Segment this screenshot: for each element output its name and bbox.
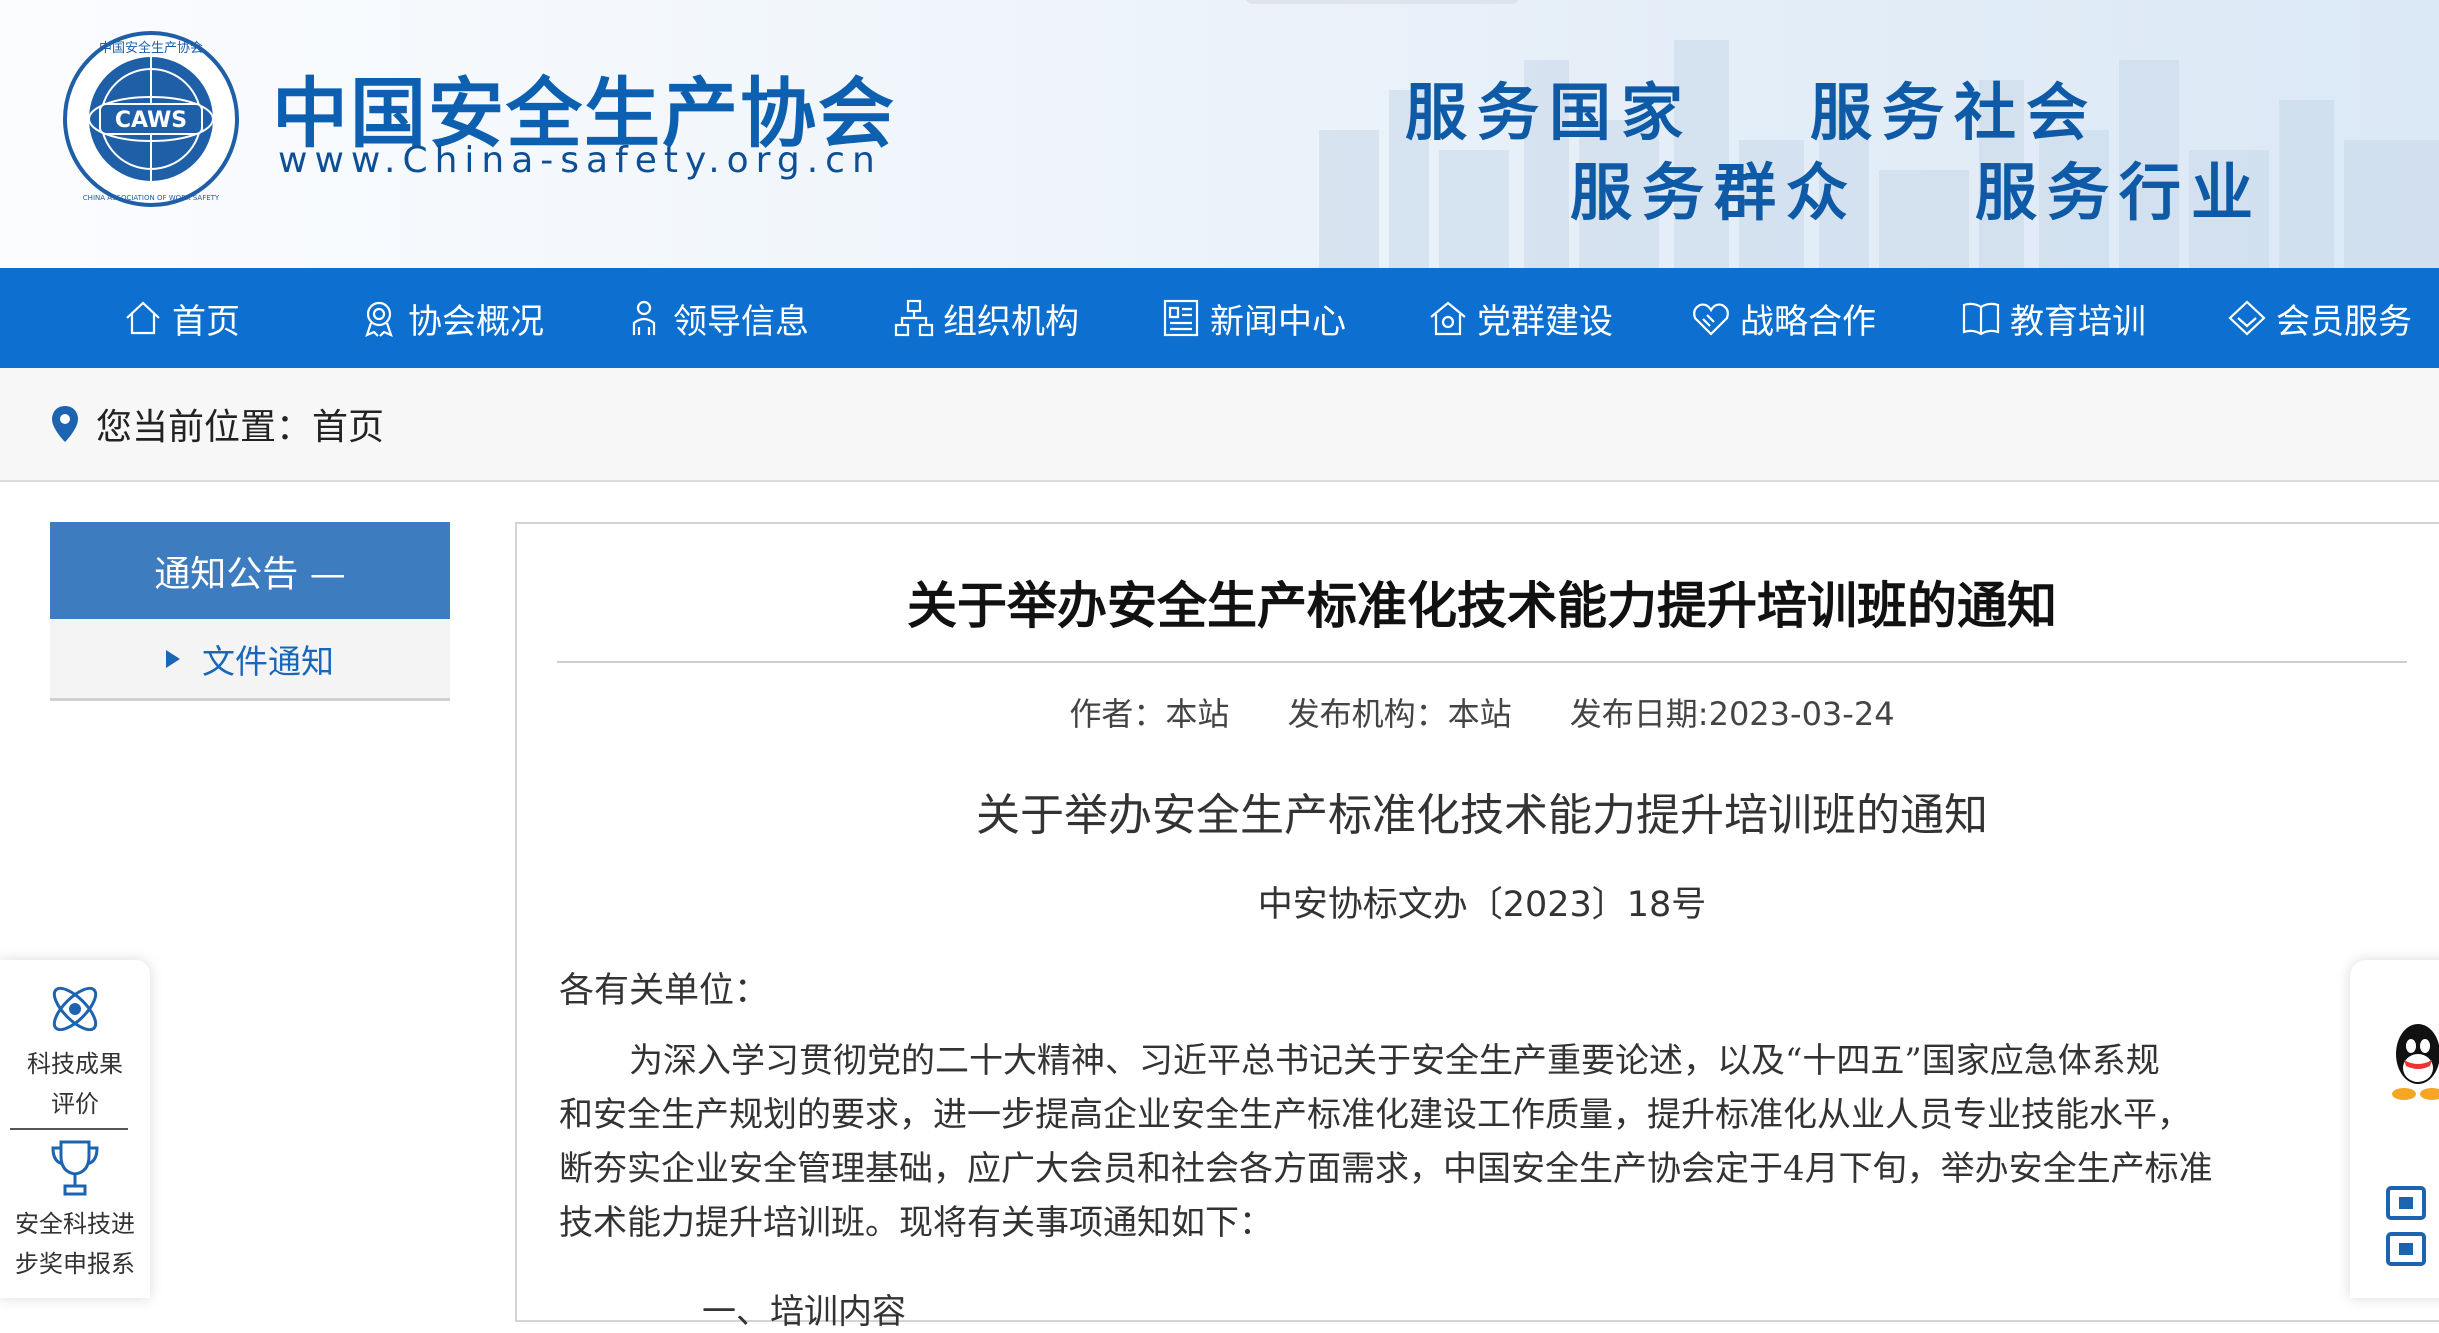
org-chart-icon — [894, 299, 934, 337]
float-divider — [10, 1128, 128, 1130]
svg-text:中国安全生产协会: 中国安全生产协会 — [99, 40, 203, 56]
award-icon — [365, 301, 393, 337]
slogan-2: 服务社会 — [1810, 76, 2099, 149]
nav-item-cooperation[interactable]: 战略合作 — [1690, 268, 1876, 368]
document-number: 中安协标文办〔2023〕18号 — [1257, 885, 1707, 925]
breadcrumb: 您当前位置： 首页 — [0, 368, 2439, 482]
body-paragraph: 为深入学习贯彻党的二十大精神、习近平总书记关于安全生产重要论述，以及“十四五”国… — [559, 1034, 2439, 1250]
breadcrumb-home-link[interactable]: 首页 — [312, 398, 384, 450]
atom-icon — [52, 986, 98, 1032]
nav-item-organization[interactable]: 组织机构 — [893, 268, 1079, 368]
paragraph-line: 断夯实企业安全管理基础，应广大会员和社会各方面需求，中国安全生产协会定于4月下旬… — [559, 1149, 2213, 1189]
slogan-1: 服务国家 — [1405, 76, 1694, 149]
svg-text:CAWS: CAWS — [115, 108, 187, 133]
nav-item-about[interactable]: 协会概况 — [358, 268, 544, 368]
nav-item-leaders[interactable]: 领导信息 — [623, 268, 809, 368]
floating-service-panel: 科技成果 评价 安全科技进 步奖申报系 — [0, 960, 150, 1298]
qr-code-icon[interactable] — [2384, 1182, 2432, 1272]
nav-item-membership[interactable]: 会员服务 — [2226, 268, 2412, 368]
sidebar-heading: 通知公告 — — [50, 522, 450, 619]
newspaper-icon — [1163, 299, 1199, 337]
svg-text:CHINA ASSOCIATION OF WORK SAFE: CHINA ASSOCIATION OF WORK SAFETY — [83, 194, 220, 202]
article-panel: 关于举办安全生产标准化技术能力提升培训班的通知 作者：本站 发布机构：本站 发布… — [515, 522, 2439, 1332]
breadcrumb-prefix: 您当前位置： — [96, 407, 313, 448]
book-icon — [1962, 302, 2000, 336]
handshake-icon — [1693, 303, 1729, 336]
float-item-label: 步奖申报系 — [15, 1250, 135, 1278]
article-title: 关于举办安全生产标准化技术能力提升培训班的通知 — [907, 577, 2057, 635]
document-title: 关于举办安全生产标准化技术能力提升培训班的通知 — [976, 790, 1988, 841]
title-divider — [557, 661, 2407, 663]
article-meta: 作者：本站 发布机构：本站 发布日期:2023-03-24 — [517, 689, 2439, 735]
float-item-tech-evaluation[interactable]: 科技成果 评价 — [0, 978, 150, 1124]
nav-item-party[interactable]: 党群建设 — [1427, 268, 1613, 368]
building-icon — [1430, 301, 1466, 336]
nav-item-label: 协会概况 — [408, 301, 544, 342]
paragraph-line: 技术能力提升培训班。现将有关事项通知如下： — [559, 1203, 1273, 1243]
main-nav: 首页 协会概况 领导信息 组织机构 新闻中心 党群建设 战略合作 教育培训 会员… — [0, 268, 2439, 368]
nav-item-training[interactable]: 教育培训 — [1960, 268, 2146, 368]
caws-logo-icon[interactable]: CAWS 中国安全生产协会 CHINA ASSOCIATION OF WORK … — [62, 30, 240, 208]
nav-item-home[interactable]: 首页 — [122, 268, 240, 368]
top-tab-handle — [1245, 0, 1520, 4]
meta-author: 作者：本站 — [1069, 695, 1230, 733]
nav-item-label: 教育培训 — [2010, 301, 2146, 342]
sidebar-item-file-notice[interactable]: 文件通知 — [50, 619, 450, 701]
nav-item-label: 领导信息 — [673, 301, 809, 342]
site-url[interactable]: www.China-safety.org.cn — [278, 140, 882, 181]
float-item-label: 评价 — [51, 1090, 99, 1118]
meta-publisher: 发布机构：本站 — [1287, 695, 1512, 733]
nav-item-label: 首页 — [172, 301, 240, 342]
triangle-right-icon — [166, 649, 180, 668]
nav-item-label: 会员服务 — [2276, 301, 2412, 342]
trophy-icon — [51, 1140, 99, 1196]
slogan-3: 服务群众 — [1570, 156, 1859, 229]
paragraph-line: 和安全生产规划的要求，进一步提高企业安全生产标准化建设工作质量，提升标准化从业人… — [559, 1095, 2191, 1135]
float-item-label: 科技成果 — [27, 1050, 123, 1078]
salutation: 各有关单位： — [559, 971, 770, 1011]
nav-item-news[interactable]: 新闻中心 — [1160, 268, 1346, 368]
diamond-icon — [2228, 300, 2266, 336]
paragraph-line: 为深入学习贯彻党的二十大精神、习近平总书记关于安全生产重要论述，以及“十四五”国… — [629, 1041, 2160, 1081]
site-header: CAWS 中国安全生产协会 CHINA ASSOCIATION OF WORK … — [0, 0, 2439, 268]
float-item-label: 安全科技进 — [15, 1210, 135, 1238]
location-pin-icon — [52, 406, 78, 442]
nav-item-label: 组织机构 — [943, 301, 1079, 342]
floating-contact-panel — [2350, 960, 2439, 1298]
nav-item-label: 党群建设 — [1477, 301, 1613, 342]
nav-item-label: 战略合作 — [1740, 301, 1876, 342]
qq-icon[interactable] — [2390, 1020, 2439, 1104]
home-icon — [126, 301, 160, 335]
meta-date: 发布日期:2023-03-24 — [1569, 695, 1895, 733]
nav-item-label: 新闻中心 — [1210, 301, 1346, 342]
section-heading-partial: 一、培训内容 — [702, 1292, 906, 1332]
slogan-4: 服务行业 — [1975, 156, 2264, 229]
sidebar-item-label: 文件通知 — [202, 641, 334, 681]
float-item-tech-award[interactable]: 安全科技进 步奖申报系 — [0, 1138, 150, 1284]
people-icon — [632, 300, 656, 335]
